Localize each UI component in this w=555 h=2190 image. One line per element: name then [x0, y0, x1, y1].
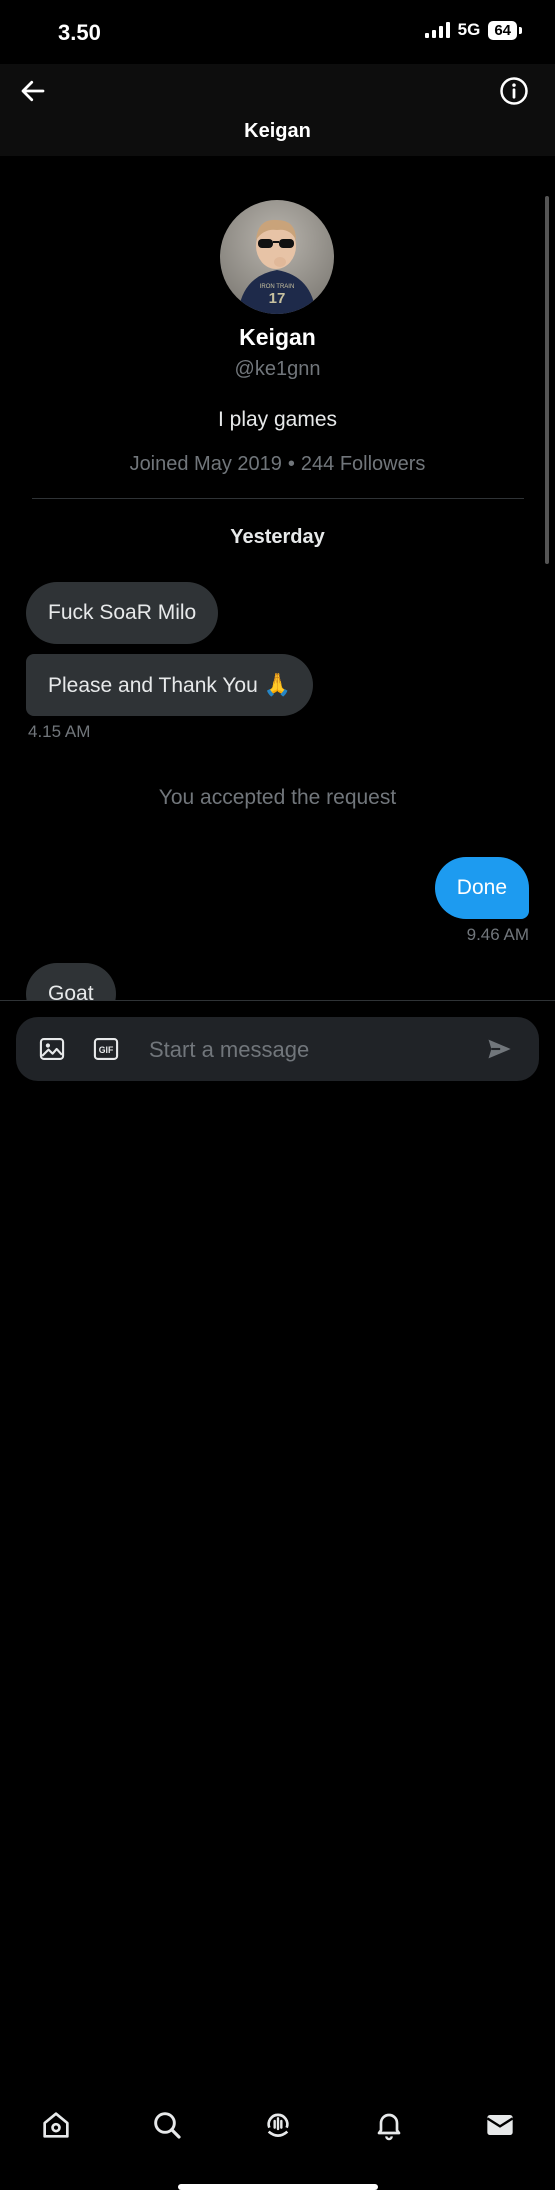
- image-icon[interactable]: [38, 1035, 66, 1063]
- message-bubble-sent[interactable]: Done: [434, 857, 529, 919]
- gif-icon[interactable]: GIF: [92, 1035, 120, 1063]
- profile-bio: I play games: [217, 408, 338, 431]
- gif-label: GIF: [99, 1045, 114, 1055]
- message-timestamp: 9.46 AM: [466, 925, 529, 944]
- divider: [32, 498, 524, 499]
- followers-count[interactable]: 244 Followers: [301, 453, 426, 475]
- search-icon[interactable]: [151, 2109, 183, 2141]
- notifications-icon[interactable]: [373, 2109, 405, 2141]
- conversation-title: Keigan: [244, 120, 311, 142]
- status-bar: 3.50 5G 64: [0, 0, 555, 64]
- send-icon[interactable]: [485, 1035, 513, 1063]
- bottom-panel: GIF Start a message: [0, 1000, 555, 2190]
- messages-icon[interactable]: [484, 2109, 516, 2141]
- day-label: Yesterday: [230, 526, 325, 548]
- avatar[interactable]: IRON TRAIN 17: [220, 200, 334, 314]
- system-message: You accepted the request: [158, 786, 397, 809]
- message-timestamp: 4.15 AM: [28, 722, 91, 741]
- status-indicators: 5G 64: [424, 20, 522, 40]
- signal-icon: [424, 22, 450, 38]
- back-arrow-icon[interactable]: [18, 76, 48, 106]
- profile-handle[interactable]: @ke1gnn: [0, 358, 555, 381]
- separator-dot: •: [287, 453, 295, 475]
- svg-text:17: 17: [269, 290, 286, 307]
- status-time: 3.50: [58, 20, 101, 45]
- network-type: 5G: [457, 20, 481, 39]
- message-bubble-received[interactable]: Fuck SoaR Milo: [26, 582, 219, 644]
- profile-meta: Joined May 2019 • 244 Followers: [0, 453, 555, 476]
- spaces-icon[interactable]: [262, 2109, 294, 2141]
- message-input[interactable]: Start a message: [149, 1037, 309, 1063]
- battery-icon: 64: [488, 20, 522, 40]
- praying-hands-emoji: 🙏: [263, 672, 292, 697]
- info-icon[interactable]: [499, 76, 529, 106]
- home-icon[interactable]: [40, 2109, 72, 2141]
- message-text: Please and Thank You: [48, 674, 258, 697]
- home-indicator[interactable]: [178, 2184, 378, 2190]
- message-composer[interactable]: GIF Start a message: [16, 1017, 539, 1081]
- joined-date: Joined May 2019: [129, 453, 282, 475]
- message-bubble-received[interactable]: Please and Thank You 🙏: [26, 654, 314, 716]
- conversation-header: Keigan: [0, 64, 555, 156]
- profile-name[interactable]: Keigan: [0, 324, 555, 351]
